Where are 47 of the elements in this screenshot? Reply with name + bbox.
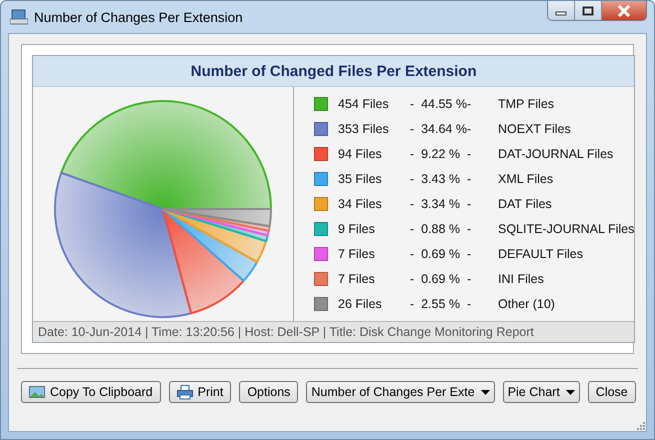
legend-name: DAT Files	[498, 197, 552, 211]
legend-percent: - 2.55 % -	[410, 297, 472, 311]
close-button[interactable]	[602, 1, 646, 20]
legend-count: 26 Files	[338, 297, 383, 311]
legend-percent: - 44.55 %-	[410, 97, 472, 111]
legend-name: DAT-JOURNAL Files	[498, 147, 614, 161]
legend-percent: - 0.69 % -	[410, 272, 472, 286]
close-icon	[617, 4, 631, 16]
caret-icon	[566, 390, 575, 394]
window-title: Number of Changes Per Extension	[34, 10, 244, 24]
legend-count: 94 Files	[338, 147, 383, 161]
button[interactable]: Options	[239, 381, 298, 403]
legend-name: INI Files	[498, 272, 544, 286]
legend-percent: - 9.22 % -	[410, 147, 472, 161]
caret-icon	[480, 390, 490, 394]
printer-icon	[176, 384, 193, 400]
legend-count: 35 Files	[338, 172, 383, 186]
legend-count: 7 Files	[338, 272, 376, 286]
legend-name: Other (10)	[498, 297, 555, 311]
dropdown[interactable]: Pie Chart	[502, 381, 580, 403]
legend-count: 9 Files	[338, 222, 376, 236]
legend-count: 353 Files	[338, 122, 390, 136]
maximize-button[interactable]	[575, 1, 602, 20]
minimize-button[interactable]	[548, 1, 575, 20]
legend-name: TMP Files	[498, 97, 554, 111]
legend-count: 7 Files	[338, 247, 376, 261]
legend-name: DEFAULT Files	[498, 247, 583, 261]
legend-count: 34 Files	[338, 197, 383, 211]
legend-percent: - 3.43 % -	[410, 172, 472, 186]
legend-percent: - 0.69 % -	[410, 247, 472, 261]
button[interactable]: Close	[588, 381, 636, 403]
button[interactable]: Print	[168, 381, 232, 403]
report-footer: Date: 10-Jun-2014 | Time: 13:20:56 | Host: Dell-SP | Title: Disk Change Monitoring Report	[33, 321, 634, 342]
legend-count: 454 Files	[338, 97, 390, 111]
legend-name: NOEXT Files	[498, 122, 571, 136]
dropdown[interactable]: Number of Changes Per Exte	[306, 381, 495, 403]
legend-percent: - 0.88 % -	[410, 222, 472, 236]
legend-name: SQLITE-JOURNAL Files	[498, 222, 634, 236]
legend-name: XML Files	[498, 172, 554, 186]
report-title: Number of Changed Files Per Extension	[33, 56, 634, 87]
button[interactable]: Copy To Clipboard	[21, 381, 161, 403]
computer-icon	[10, 9, 28, 25]
resize-grip-icon[interactable]	[636, 421, 645, 430]
maximize-icon	[582, 6, 594, 16]
picture-icon	[29, 385, 45, 399]
legend-percent: - 34.64 %-	[410, 122, 472, 136]
legend-percent: - 3.34 % -	[410, 197, 472, 211]
